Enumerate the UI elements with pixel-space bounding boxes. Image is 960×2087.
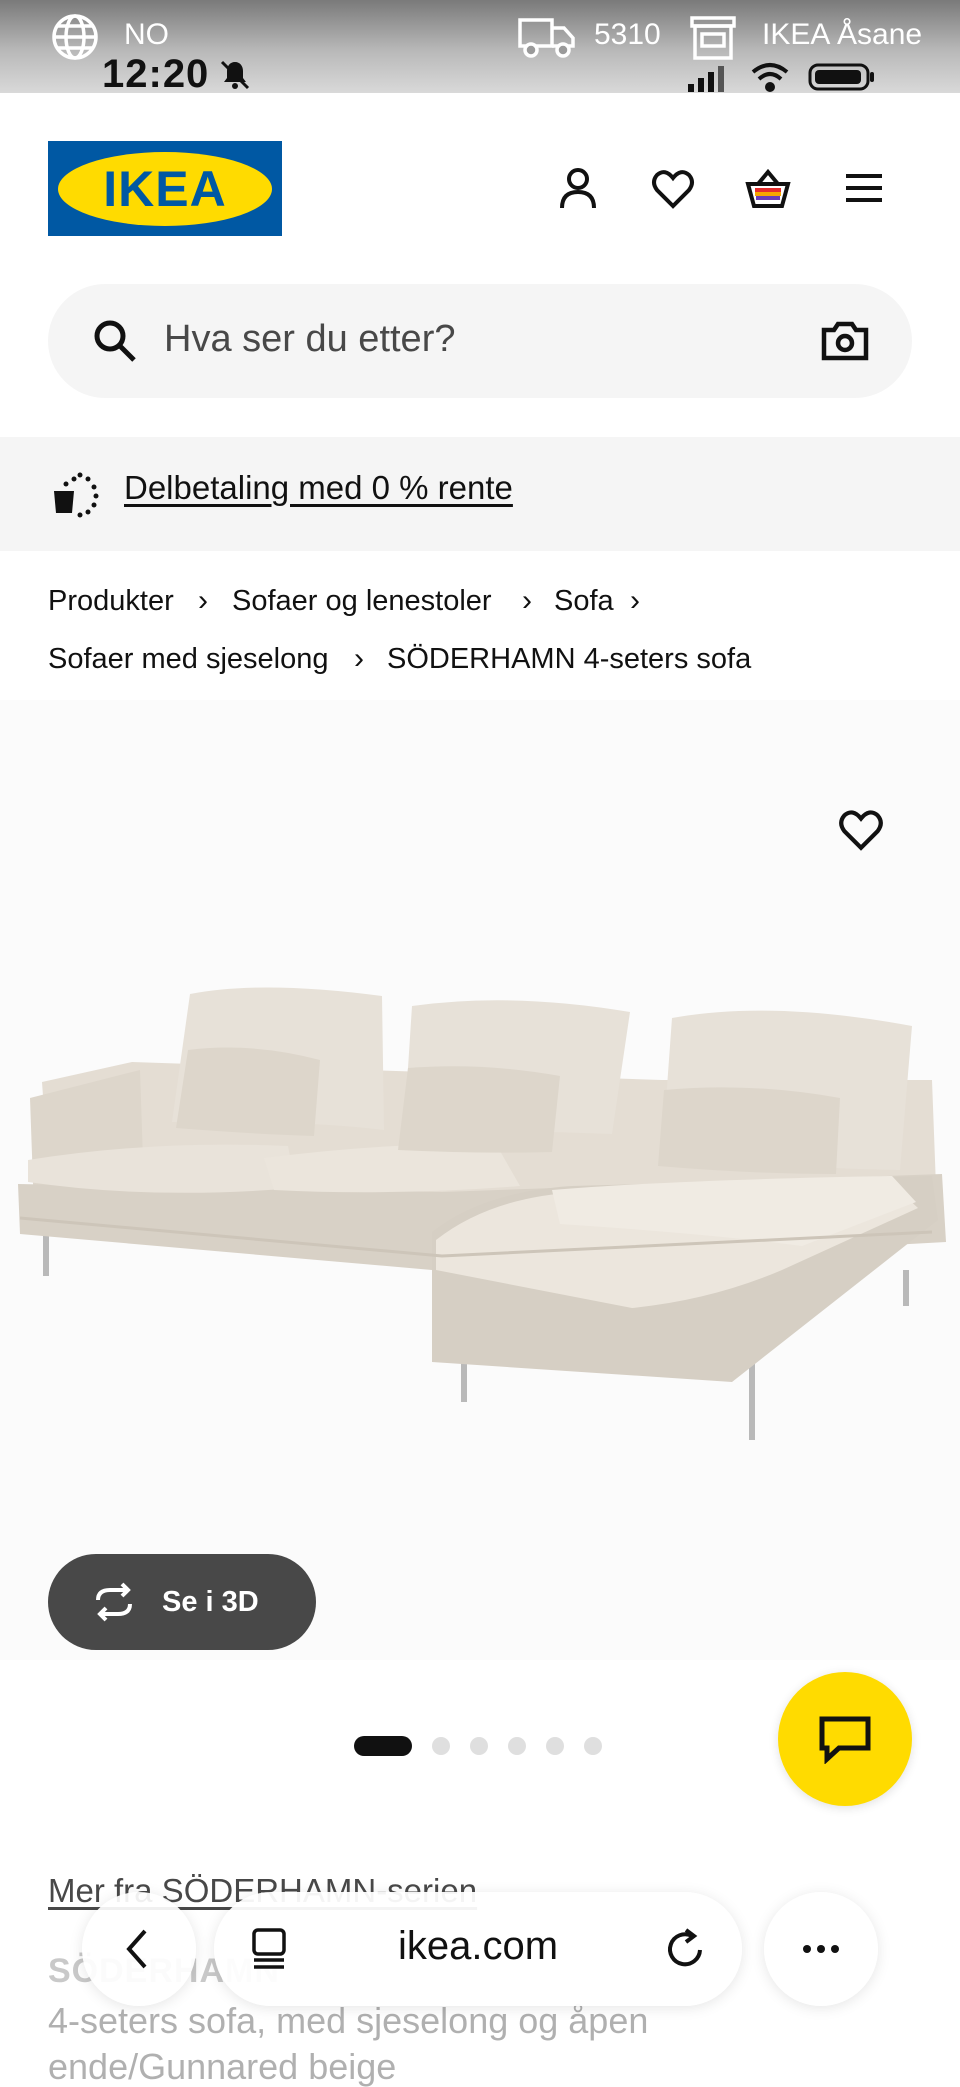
menu-button[interactable] bbox=[836, 160, 892, 216]
carousel-dot[interactable] bbox=[470, 1737, 488, 1755]
carousel-dot[interactable] bbox=[584, 1737, 602, 1755]
carousel-dot-active[interactable] bbox=[354, 1736, 412, 1756]
browser-back-button[interactable] bbox=[82, 1892, 196, 2006]
camera-icon[interactable] bbox=[818, 314, 872, 368]
shopping-bag-icon bbox=[745, 168, 791, 208]
breadcrumb-item-sofa[interactable]: Sofa bbox=[554, 585, 614, 618]
cart-button[interactable] bbox=[740, 160, 796, 216]
clock: 12:20 bbox=[102, 52, 210, 96]
status-bar: NO 12:20 5310 IKEA Åsane bbox=[0, 0, 960, 96]
carousel-dot[interactable] bbox=[432, 1737, 450, 1755]
store-name[interactable]: IKEA Åsane bbox=[762, 18, 922, 52]
installment-link[interactable]: Delbetaling med 0 % rente bbox=[124, 469, 513, 507]
add-to-wishlist-button[interactable] bbox=[836, 804, 892, 860]
chevron-right-icon: › bbox=[354, 642, 364, 675]
logo-oval: IKEA bbox=[58, 151, 272, 226]
wifi-icon bbox=[751, 63, 789, 92]
heart-icon bbox=[652, 170, 694, 209]
battery-icon bbox=[808, 63, 874, 91]
breadcrumb-item-current: SÖDERHAMN 4-seters sofa bbox=[387, 643, 752, 675]
account-icon bbox=[560, 168, 596, 209]
payment-coins-icon bbox=[54, 472, 99, 518]
search-icon bbox=[94, 320, 136, 362]
product-description: 4-seters sofa, med sjeselong og åpen end… bbox=[48, 2000, 649, 2087]
chat-button[interactable] bbox=[778, 1672, 912, 1806]
address-bar[interactable]: ikea.com bbox=[214, 1892, 742, 2006]
chevron-left-icon bbox=[126, 1929, 147, 1969]
breadcrumb-item-sofaer-med-sjeselong[interactable]: Sofaer med sjeselong bbox=[48, 643, 329, 676]
more-dots-icon bbox=[803, 1945, 839, 1953]
chevron-right-icon: › bbox=[522, 584, 532, 617]
chat-bubble-icon bbox=[819, 1716, 871, 1764]
signal-icon bbox=[688, 66, 724, 92]
breadcrumb-item-produkter[interactable]: Produkter bbox=[48, 585, 174, 618]
wishlist-button[interactable] bbox=[645, 160, 701, 216]
view-3d-button[interactable]: Se i 3D bbox=[48, 1554, 316, 1650]
carousel-dot[interactable] bbox=[546, 1737, 564, 1755]
image-carousel-dots[interactable] bbox=[354, 1735, 622, 1757]
bell-muted-icon bbox=[220, 60, 250, 90]
store-icon bbox=[690, 16, 736, 60]
chevron-right-icon: › bbox=[198, 584, 208, 617]
search-input[interactable]: Hva ser du etter? bbox=[164, 318, 455, 361]
heart-icon bbox=[839, 810, 883, 851]
sofa-product-image bbox=[18, 987, 946, 1440]
tabs-icon[interactable] bbox=[246, 1926, 292, 1972]
ikea-logo[interactable]: IKEA bbox=[48, 141, 282, 236]
browser-more-button[interactable] bbox=[764, 1892, 878, 2006]
reload-icon[interactable] bbox=[662, 1926, 708, 1972]
carousel-dot[interactable] bbox=[508, 1737, 526, 1755]
chevron-right-icon: › bbox=[630, 584, 640, 617]
rotate-3d-icon bbox=[96, 1582, 132, 1622]
view-3d-label: Se i 3D bbox=[162, 1585, 259, 1618]
account-button[interactable] bbox=[550, 160, 606, 216]
region-label: NO bbox=[124, 18, 169, 51]
breadcrumb-item-sofaer-og-lenestoler[interactable]: Sofaer og lenestoler bbox=[232, 585, 492, 618]
delivery-truck-icon bbox=[518, 18, 575, 58]
postal-code[interactable]: 5310 bbox=[594, 18, 661, 52]
search-bar[interactable]: Hva ser du etter? bbox=[48, 284, 912, 398]
hamburger-menu-icon bbox=[846, 174, 882, 202]
logo-text: IKEA bbox=[103, 160, 227, 217]
promo-banner: Delbetaling med 0 % rente bbox=[0, 437, 960, 551]
globe-icon bbox=[52, 14, 98, 60]
